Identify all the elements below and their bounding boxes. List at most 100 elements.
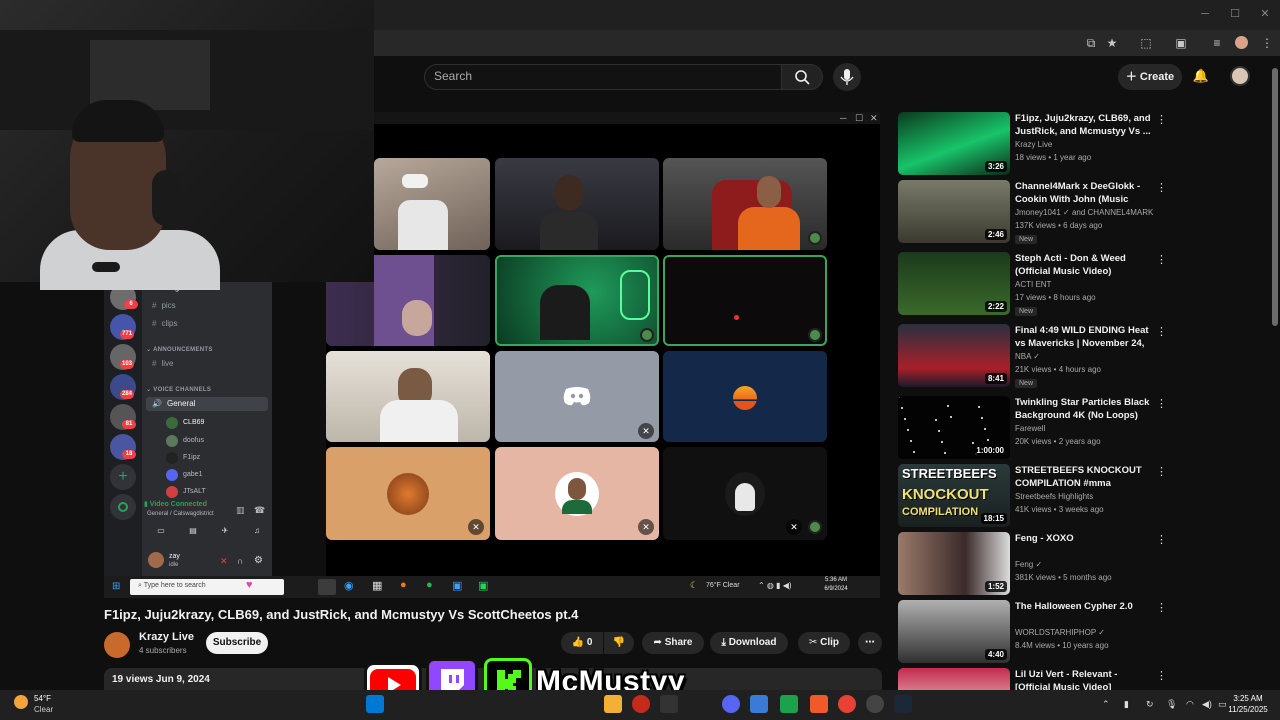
channel-clips[interactable]: # clips — [152, 319, 177, 328]
voice-user[interactable]: gabe1 — [183, 471, 202, 478]
explore-servers-icon[interactable] — [110, 494, 136, 520]
voice-user[interactable]: CLB69 — [183, 419, 204, 426]
kebab-menu-icon[interactable]: ⋮ — [1258, 34, 1276, 52]
split-view-icon[interactable]: ▣ — [1172, 34, 1190, 52]
clip-button[interactable]: ✂ Clip — [798, 632, 850, 654]
search-button[interactable] — [781, 64, 823, 90]
volume-icon[interactable]: ◀) — [1202, 699, 1212, 710]
more-vert-icon[interactable]: ⋮ — [1156, 181, 1167, 194]
maximize-icon[interactable]: ☐ — [1226, 6, 1244, 22]
more-vert-icon[interactable]: ⋮ — [1156, 533, 1167, 546]
voice-user[interactable]: F1ipz — [183, 454, 200, 461]
category-announcements[interactable]: ⌄ ANNOUNCEMENTS — [146, 346, 213, 353]
media-controls-icon[interactable]: ≡ — [1208, 34, 1226, 52]
file-explorer-icon[interactable] — [604, 695, 622, 713]
suggested-video-title[interactable]: F1ipz, Juju2krazy, CLB69, and JustRick, … — [1015, 113, 1153, 138]
more-vert-icon[interactable]: ⋮ — [1156, 113, 1167, 126]
create-button[interactable]: ＋ Create — [1118, 64, 1182, 90]
wifi-icon[interactable]: ◠ — [1186, 699, 1194, 710]
suggested-video-title[interactable]: STREETBEEFS KNOCKOUT COMPILATION #mma #b… — [1015, 465, 1153, 490]
add-server-icon[interactable]: + — [110, 464, 136, 490]
channel-name[interactable]: Krazy Live — [139, 631, 194, 643]
discord-taskbar-icon[interactable] — [722, 695, 740, 713]
store-taskbar-icon[interactable] — [750, 695, 768, 713]
start-menu-icon[interactable] — [366, 695, 384, 713]
voice-search-button[interactable] — [833, 63, 861, 91]
chrome-icon[interactable] — [838, 695, 856, 713]
suggested-video-channel[interactable]: Streetbeefs Highlights — [1015, 492, 1093, 501]
scrollbar[interactable] — [1272, 68, 1278, 326]
screen-share-icon[interactable]: ▤ — [184, 526, 202, 538]
camera-off-icon[interactable]: ▭ — [152, 526, 170, 538]
notifications-bell-icon[interactable]: 🔔 — [1191, 66, 1211, 86]
suggested-video-channel[interactable]: WORLDSTARHIPHOP ✓ — [1015, 628, 1105, 637]
subscribe-button[interactable]: Subscribe — [206, 632, 268, 654]
more-vert-icon[interactable]: ⋮ — [1156, 325, 1167, 338]
suggested-video-thumbnail[interactable]: 4:40 — [898, 600, 1010, 663]
weather-temp[interactable]: 54°F — [34, 694, 51, 703]
headphones-icon[interactable]: ∩ — [237, 556, 243, 566]
tray-app-icon[interactable]: ▮ — [1124, 699, 1129, 710]
clock-date[interactable]: 11/25/2025 — [1226, 705, 1270, 714]
voice-user[interactable]: doofus — [183, 437, 204, 444]
profile-avatar[interactable] — [1235, 36, 1248, 49]
suggested-video-channel[interactable]: Feng ✓ — [1015, 560, 1042, 569]
suggested-video-channel[interactable]: Jmoney1041 ✓ and CHANNEL4MARK — [1015, 208, 1153, 217]
tray-sync-icon[interactable]: ↻ — [1146, 699, 1154, 710]
mic-muted-icon[interactable]: ✕ — [220, 556, 228, 567]
dislike-button[interactable]: 👎 — [604, 632, 634, 654]
app-icon[interactable] — [780, 695, 798, 713]
suggested-video-thumbnail[interactable]: 2:22 — [898, 252, 1010, 315]
user-avatar[interactable] — [148, 552, 164, 568]
soundboard-icon[interactable]: ♫ — [248, 526, 266, 538]
like-button[interactable]: 👍 0 — [561, 632, 603, 654]
suggested-video-thumbnail[interactable]: 1:00:00 — [898, 396, 1010, 459]
download-button[interactable]: ⤓ Download — [710, 632, 788, 654]
suggested-video-thumbnail[interactable]: 8:41 — [898, 324, 1010, 387]
suggested-video-channel[interactable]: Krazy Live — [1015, 140, 1052, 149]
suggested-video-thumbnail[interactable]: 3:26 — [898, 112, 1010, 175]
app-icon[interactable] — [866, 695, 884, 713]
more-vert-icon[interactable]: ⋮ — [1156, 397, 1167, 410]
more-vert-icon[interactable]: ⋮ — [1156, 253, 1167, 266]
account-avatar[interactable] — [1230, 66, 1250, 86]
settings-gear-icon[interactable]: ⚙ — [254, 555, 263, 566]
activity-icon[interactable]: ✈ — [216, 526, 234, 538]
more-vert-icon[interactable]: ⋮ — [1156, 465, 1167, 478]
more-actions-button[interactable]: ⋯ — [858, 632, 882, 654]
weather-desc[interactable]: Clear — [34, 705, 53, 714]
suggested-video-channel[interactable]: NBA ✓ — [1015, 352, 1040, 361]
suggested-video-thumbnail[interactable]: 2:46 — [898, 180, 1010, 243]
weather-icon[interactable] — [14, 695, 28, 709]
suggested-video-channel[interactable]: Farewell — [1015, 424, 1045, 433]
category-voice-channels[interactable]: ⌄ VOICE CHANNELS — [146, 386, 211, 393]
close-icon[interactable]: ✕ — [1256, 6, 1274, 22]
suggested-video-thumbnail[interactable]: STREETBEEFS KNOCKOUT COMPILATION 18:15 — [898, 464, 1010, 527]
app-icon[interactable] — [632, 695, 650, 713]
suggested-video-thumbnail[interactable]: 1:52 — [898, 532, 1010, 595]
tray-mic-icon[interactable]: 🎙 — [1166, 699, 1177, 710]
more-vert-icon[interactable]: ⋮ — [1156, 601, 1167, 614]
suggested-video-title[interactable]: Twinkling Star Particles Black Backgroun… — [1015, 397, 1153, 422]
voice-user[interactable]: JTsALT — [183, 488, 206, 495]
more-vert-icon[interactable]: ⋮ — [1156, 669, 1167, 682]
share-button[interactable]: ➦ Share — [642, 632, 704, 654]
clock-time[interactable]: 3:25 AM — [1226, 694, 1270, 703]
extensions-icon[interactable]: ⬚ — [1137, 34, 1155, 52]
suggested-video-channel[interactable]: ACTI ENT — [1015, 280, 1051, 289]
search-input[interactable] — [424, 64, 782, 90]
suggested-video-title[interactable]: Final 4:49 WILD ENDING Heat vs Mavericks… — [1015, 325, 1153, 350]
channel-avatar[interactable] — [104, 632, 130, 658]
suggested-video-title[interactable]: Feng - XOXO — [1015, 533, 1153, 546]
suggested-video-title[interactable]: The Halloween Cypher 2.0 — [1015, 601, 1153, 614]
minimize-icon[interactable]: ─ — [1196, 6, 1214, 22]
steam-icon[interactable] — [894, 695, 912, 713]
app-icon[interactable] — [810, 695, 828, 713]
noise-suppression-icon[interactable]: ▥ — [236, 505, 245, 516]
suggested-video-title[interactable]: Channel4Mark x DeeGlokk - Cookin With Jo… — [1015, 181, 1153, 206]
bookmark-star-icon[interactable]: ★ — [1103, 34, 1121, 52]
disconnect-icon[interactable]: ☎ — [254, 505, 265, 516]
channel-pics[interactable]: # pics — [152, 301, 176, 310]
tray-overflow-icon[interactable]: ⌃ — [1102, 699, 1110, 710]
app-icon[interactable] — [660, 695, 678, 713]
